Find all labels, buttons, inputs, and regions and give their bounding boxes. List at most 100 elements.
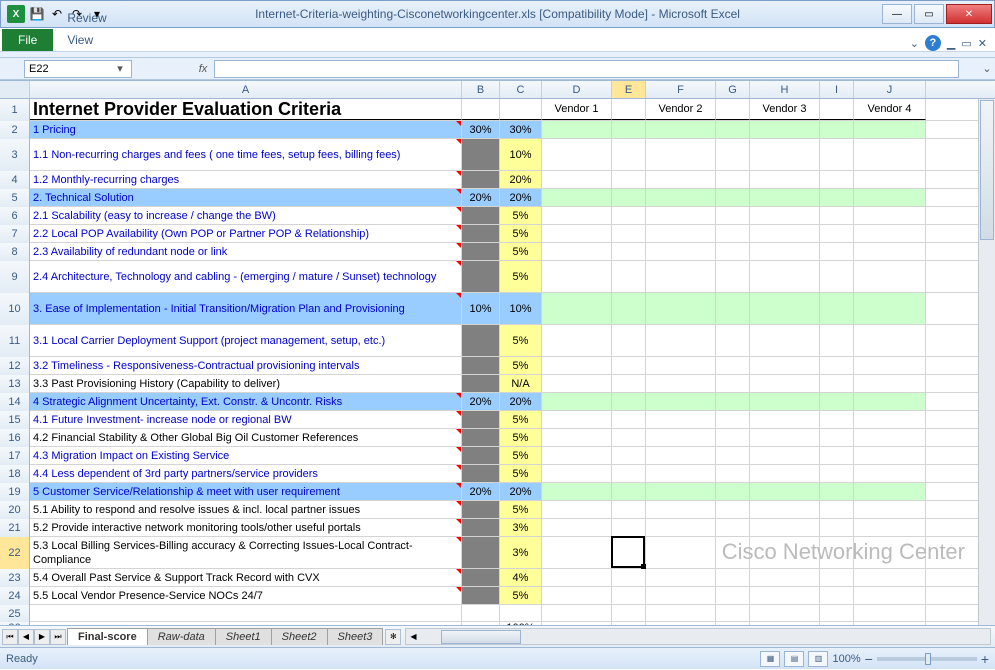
cell-G9[interactable] — [716, 261, 750, 292]
cell-F24[interactable] — [646, 587, 716, 604]
cell-B5[interactable]: 20% — [462, 189, 500, 206]
cell-D16[interactable] — [542, 429, 612, 446]
column-header-A[interactable]: A — [30, 81, 462, 98]
close-button[interactable]: ✕ — [946, 4, 992, 24]
normal-view-button[interactable]: ▦ — [760, 651, 780, 667]
cell-H13[interactable] — [750, 375, 820, 392]
page-layout-view-button[interactable]: ▤ — [784, 651, 804, 667]
cell-I13[interactable] — [820, 375, 854, 392]
cell-H8[interactable] — [750, 243, 820, 260]
cell-J20[interactable] — [854, 501, 926, 518]
cell-E8[interactable] — [612, 243, 646, 260]
zoom-in-button[interactable]: + — [981, 651, 989, 667]
cell-F9[interactable] — [646, 261, 716, 292]
cell-D11[interactable] — [542, 325, 612, 356]
column-header-D[interactable]: D — [542, 81, 612, 98]
cell-A24[interactable]: 5.5 Local Vendor Presence-Service NOCs 2… — [30, 587, 462, 604]
sheet-tab-sheet2[interactable]: Sheet2 — [271, 628, 328, 645]
cell-C17[interactable]: 5% — [500, 447, 542, 464]
cell-J19[interactable] — [854, 483, 926, 500]
sheet-tab-final-score[interactable]: Final-score — [67, 628, 148, 645]
cell-H17[interactable] — [750, 447, 820, 464]
cell-H24[interactable] — [750, 587, 820, 604]
cell-H7[interactable] — [750, 225, 820, 242]
cell-A15[interactable]: 4.1 Future Investment- increase node or … — [30, 411, 462, 428]
cell-I21[interactable] — [820, 519, 854, 536]
cell-C13[interactable]: N/A — [500, 375, 542, 392]
cell-G4[interactable] — [716, 171, 750, 188]
sheet-tab-raw-data[interactable]: Raw-data — [147, 628, 216, 645]
cell-E9[interactable] — [612, 261, 646, 292]
cell-A21[interactable]: 5.2 Provide interactive network monitori… — [30, 519, 462, 536]
cell-A11[interactable]: 3.1 Local Carrier Deployment Support (pr… — [30, 325, 462, 356]
cell-D24[interactable] — [542, 587, 612, 604]
cell-I22[interactable] — [820, 537, 854, 568]
cell-F1[interactable]: Vendor 2 — [646, 99, 716, 120]
cell-H5[interactable] — [750, 189, 820, 206]
cell-J9[interactable] — [854, 261, 926, 292]
cell-E22[interactable] — [612, 537, 646, 568]
cell-D12[interactable] — [542, 357, 612, 374]
cell-I10[interactable] — [820, 293, 854, 324]
cell-I6[interactable] — [820, 207, 854, 224]
cell-D15[interactable] — [542, 411, 612, 428]
cell-E15[interactable] — [612, 411, 646, 428]
row-header-22[interactable]: 22 — [0, 537, 30, 569]
cell-E2[interactable] — [612, 121, 646, 138]
cell-B12[interactable] — [462, 357, 500, 374]
cell-A8[interactable]: 2.3 Availability of redundant node or li… — [30, 243, 462, 260]
cell-B6[interactable] — [462, 207, 500, 224]
cell-H20[interactable] — [750, 501, 820, 518]
cell-B20[interactable] — [462, 501, 500, 518]
cell-A23[interactable]: 5.4 Overall Past Service & Support Track… — [30, 569, 462, 586]
cell-E24[interactable] — [612, 587, 646, 604]
cell-A13[interactable]: 3.3 Past Provisioning History (Capabilit… — [30, 375, 462, 392]
cell-G7[interactable] — [716, 225, 750, 242]
row-header-14[interactable]: 14 — [0, 393, 30, 411]
cell-E23[interactable] — [612, 569, 646, 586]
save-icon[interactable]: 💾 — [29, 6, 45, 22]
tab-review[interactable]: Review — [53, 7, 148, 29]
cell-F10[interactable] — [646, 293, 716, 324]
horizontal-scrollbar[interactable]: ◀ — [405, 628, 991, 645]
cell-C26[interactable]: 100% — [500, 622, 542, 625]
cell-D9[interactable] — [542, 261, 612, 292]
row-header-17[interactable]: 17 — [0, 447, 30, 465]
cell-G6[interactable] — [716, 207, 750, 224]
cell-J24[interactable] — [854, 587, 926, 604]
cell-H2[interactable] — [750, 121, 820, 138]
row-header-10[interactable]: 10 — [0, 293, 30, 325]
column-header-F[interactable]: F — [646, 81, 716, 98]
cell-G25[interactable] — [716, 605, 750, 621]
cell-D21[interactable] — [542, 519, 612, 536]
row-header-26[interactable]: 26 — [0, 622, 30, 625]
cell-G26[interactable] — [716, 622, 750, 625]
cell-H15[interactable] — [750, 411, 820, 428]
cell-B16[interactable] — [462, 429, 500, 446]
cell-G19[interactable] — [716, 483, 750, 500]
cell-B15[interactable] — [462, 411, 500, 428]
cell-I19[interactable] — [820, 483, 854, 500]
cell-C24[interactable]: 5% — [500, 587, 542, 604]
formula-input[interactable] — [214, 60, 959, 78]
cell-G23[interactable] — [716, 569, 750, 586]
cell-G16[interactable] — [716, 429, 750, 446]
cell-B18[interactable] — [462, 465, 500, 482]
cell-G5[interactable] — [716, 189, 750, 206]
horizontal-scrollbar-thumb[interactable] — [441, 630, 521, 644]
column-header-C[interactable]: C — [500, 81, 542, 98]
row-header-21[interactable]: 21 — [0, 519, 30, 537]
cell-C4[interactable]: 20% — [500, 171, 542, 188]
cell-C18[interactable]: 5% — [500, 465, 542, 482]
cell-F16[interactable] — [646, 429, 716, 446]
cell-G22[interactable] — [716, 537, 750, 568]
row-header-24[interactable]: 24 — [0, 587, 30, 605]
cell-J2[interactable] — [854, 121, 926, 138]
cell-G18[interactable] — [716, 465, 750, 482]
column-header-H[interactable]: H — [750, 81, 820, 98]
cell-I20[interactable] — [820, 501, 854, 518]
row-header-2[interactable]: 2 — [0, 121, 30, 139]
cell-E12[interactable] — [612, 357, 646, 374]
cell-J21[interactable] — [854, 519, 926, 536]
cell-D3[interactable] — [542, 139, 612, 170]
